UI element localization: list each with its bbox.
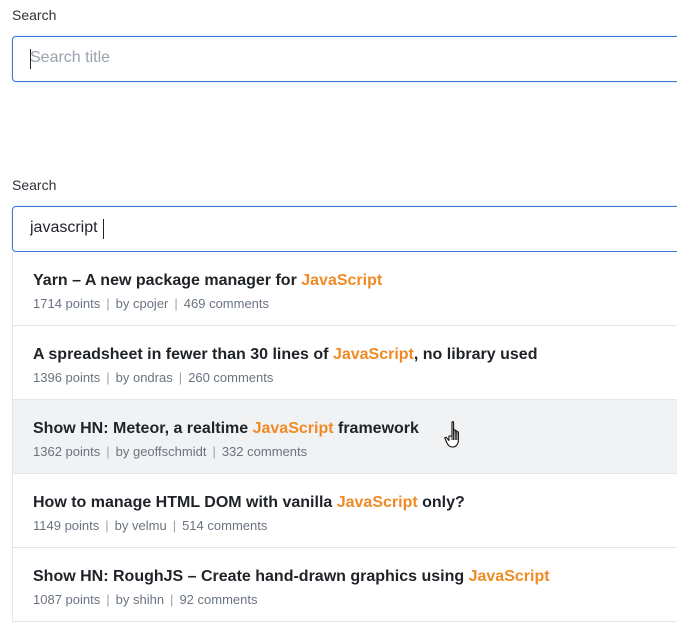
search-results-list: Yarn – A new package manager for JavaScr… <box>12 252 677 622</box>
result-comments: 92 comments <box>179 592 258 607</box>
result-title-highlight: JavaScript <box>468 568 550 585</box>
result-points: 1362 points <box>33 444 101 459</box>
result-title: Show HN: Meteor, a realtime JavaScript f… <box>33 420 419 437</box>
result-meta: 1714 points | by cpojer | 469 comments <box>33 296 270 311</box>
result-author: by ondras <box>115 370 173 385</box>
result-comments: 332 comments <box>221 444 308 459</box>
result-meta: 1396 points | by ondras | 260 comments <box>33 370 274 385</box>
result-title: Yarn – A new package manager for JavaScr… <box>33 272 383 289</box>
result-points: 1396 points <box>33 370 101 385</box>
result-meta: 1149 points | by velmu | 514 comments <box>33 518 268 533</box>
search-box-empty[interactable] <box>12 36 677 82</box>
result-points: 1149 points <box>33 518 100 533</box>
result-item[interactable]: A spreadsheet in fewer than 30 lines of … <box>13 326 677 400</box>
result-comments: 260 comments <box>188 370 274 385</box>
search-label-active: Search <box>12 177 57 193</box>
result-author: by shihn <box>115 592 165 607</box>
result-item[interactable]: Show HN: RoughJS – Create hand-drawn gra… <box>13 548 677 622</box>
result-title-highlight: JavaScript <box>332 346 414 363</box>
result-title-highlight: JavaScript <box>336 494 418 511</box>
result-item[interactable]: Yarn – A new package manager for JavaScr… <box>13 252 677 326</box>
result-points: 1714 points <box>33 296 101 311</box>
result-title: How to manage HTML DOM with vanilla Java… <box>33 494 465 511</box>
result-author: by cpojer <box>115 296 169 311</box>
hand-pointer-icon <box>444 421 459 448</box>
text-caret <box>103 219 104 239</box>
result-points: 1087 points <box>33 592 101 607</box>
result-title: A spreadsheet in fewer than 30 lines of … <box>33 346 538 363</box>
result-item[interactable]: How to manage HTML DOM with vanilla Java… <box>13 474 677 548</box>
page: Search Search Yarn – A new package manag… <box>0 0 677 622</box>
result-title: Show HN: RoughJS – Create hand-drawn gra… <box>33 568 550 585</box>
result-item-hovered[interactable]: Show HN: Meteor, a realtime JavaScript f… <box>13 400 677 474</box>
result-author: by geoffschmidt <box>115 444 207 459</box>
result-author: by velmu <box>114 518 167 533</box>
search-input-active[interactable] <box>30 219 430 237</box>
search-box-active[interactable] <box>12 206 677 252</box>
result-title-highlight: JavaScript <box>252 420 334 437</box>
result-meta: 1362 points | by geoffschmidt | 332 comments <box>33 444 308 459</box>
search-label-empty: Search <box>12 7 57 23</box>
search-input-empty[interactable] <box>30 49 430 67</box>
result-meta: 1087 points | by shihn | 92 comments <box>33 592 258 607</box>
result-comments: 514 comments <box>182 518 268 533</box>
result-comments: 469 comments <box>183 296 270 311</box>
result-title-highlight: JavaScript <box>301 272 383 289</box>
